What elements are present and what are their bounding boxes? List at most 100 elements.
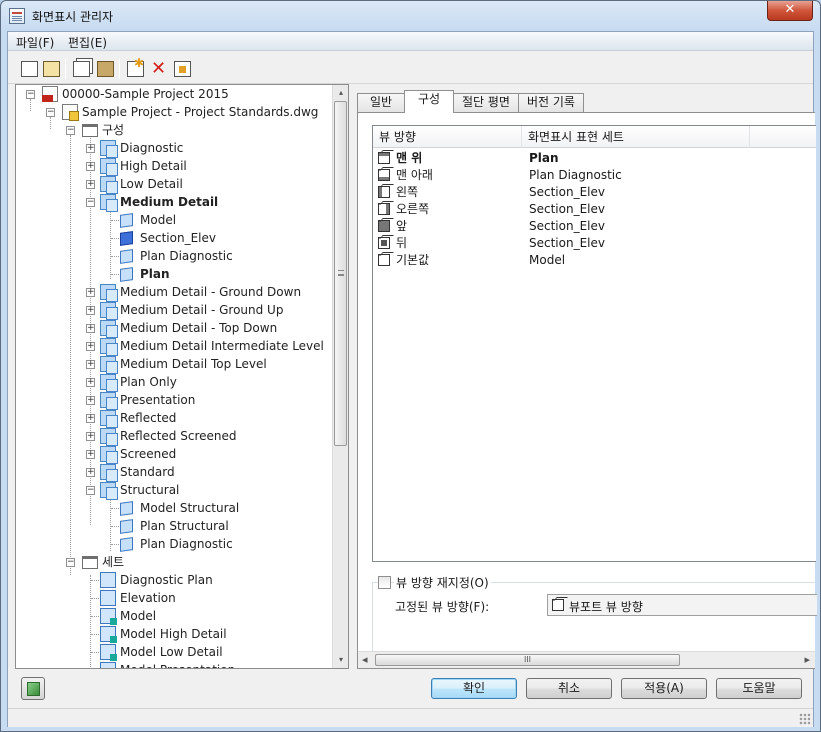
list-row-front[interactable]: 앞 Section_Elev <box>373 218 816 235</box>
tree-node-sets[interactable]: − 세트 <box>16 553 336 571</box>
scroll-thumb[interactable] <box>334 101 347 446</box>
expand-toggle[interactable]: + <box>86 450 95 459</box>
purge-icon[interactable] <box>174 61 191 77</box>
collapse-toggle[interactable]: − <box>26 90 35 99</box>
scroll-left-arrow-icon[interactable]: ◂ <box>362 653 368 666</box>
tab-version-history[interactable]: 버전 기록 <box>518 93 584 112</box>
tree-node-set[interactable]: Diagnostic Plan <box>16 571 336 589</box>
scroll-down-arrow-icon[interactable]: ▾ <box>333 652 348 668</box>
override-checkbox-label[interactable]: 뷰 방향 재지정(O) <box>394 574 491 591</box>
tree-node-config-selected[interactable]: − Medium Detail <box>16 193 336 212</box>
menu-edit[interactable]: 편집(E) <box>68 34 107 51</box>
tree-node-config[interactable]: + Low Detail <box>16 175 336 194</box>
list-row-top[interactable]: 맨 위 Plan <box>373 150 816 167</box>
tree-node-project[interactable]: − 00000-Sample Project 2015 <box>16 85 336 103</box>
column-header-representation[interactable]: 화면표시 표현 세트 <box>522 126 750 148</box>
tree-node-config[interactable]: − Structural <box>16 481 336 500</box>
tree-node-set[interactable]: Model <box>16 607 336 625</box>
cancel-button[interactable]: 취소 <box>526 678 612 699</box>
tree-node-config[interactable]: + Presentation <box>16 391 336 410</box>
tree-node-set[interactable]: Model High Detail <box>16 625 336 643</box>
expand-toggle[interactable]: + <box>86 306 95 315</box>
tree-node-set[interactable]: Elevation <box>16 589 336 607</box>
tree-node-config[interactable]: + Medium Detail - Ground Down <box>16 283 336 302</box>
tree-node-set[interactable]: Model Low Detail <box>16 643 336 661</box>
tree-node-representation[interactable]: Plan Structural <box>16 517 336 535</box>
tab-cut-plane[interactable]: 절단 평면 <box>453 93 519 112</box>
right-horizontal-scrollbar[interactable]: ◂ III ▸ <box>358 651 815 668</box>
collapse-toggle[interactable]: − <box>46 108 55 117</box>
tree-node-configurations[interactable]: − 구성 <box>16 121 336 139</box>
tree-node-representation[interactable]: Plan Diagnostic <box>16 535 336 553</box>
expand-toggle[interactable]: + <box>86 414 95 423</box>
collapse-toggle[interactable]: − <box>86 486 95 495</box>
collapse-toggle[interactable]: − <box>66 126 75 135</box>
expand-toggle[interactable]: + <box>86 180 95 189</box>
apply-button[interactable]: 적용(A) <box>621 678 707 699</box>
tree-node-config[interactable]: + Reflected <box>16 409 336 428</box>
expand-toggle[interactable]: + <box>86 144 95 153</box>
collapse-toggle[interactable]: − <box>86 198 95 207</box>
representation-cell[interactable]: Section_Elev <box>529 235 605 252</box>
tree-node-representation[interactable]: Model <box>16 211 336 229</box>
expand-toggle[interactable]: + <box>86 162 95 171</box>
tree-vertical-scrollbar[interactable]: ▴ ▾ <box>332 85 348 668</box>
tree-node-set[interactable]: Model Presentation <box>16 661 336 668</box>
tree-node-representation[interactable]: Section_Elev <box>16 229 336 247</box>
tree-node-config[interactable]: + Medium Detail - Top Down <box>16 319 336 338</box>
fixed-view-direction-combo[interactable]: 뷰포트 뷰 방향 <box>547 594 817 616</box>
tree-node-representation[interactable]: Plan <box>16 265 336 283</box>
view-direction-list[interactable]: 뷰 방향 화면표시 표현 세트 맨 위 Plan 맨 아래 Plan Diagn… <box>372 125 816 562</box>
close-button[interactable]: ✕ <box>767 1 813 21</box>
paste-icon[interactable] <box>97 61 114 77</box>
new-item-icon[interactable] <box>127 56 144 77</box>
tree-node-config[interactable]: + Screened <box>16 445 336 464</box>
open-folder-icon[interactable] <box>43 61 60 77</box>
expand-toggle[interactable]: + <box>86 378 95 387</box>
column-header-direction[interactable]: 뷰 방향 <box>373 126 522 148</box>
representation-cell[interactable]: Model <box>529 252 565 269</box>
expand-toggle[interactable]: + <box>86 342 95 351</box>
tree-node-config[interactable]: + Plan Only <box>16 373 336 392</box>
list-row-default[interactable]: 기본값 Model <box>373 252 816 269</box>
tree-node-config[interactable]: + Medium Detail Top Level <box>16 355 336 374</box>
delete-icon[interactable]: ✕ <box>150 60 167 78</box>
ok-button[interactable]: 확인 <box>431 678 517 699</box>
tree-node-representation[interactable]: Plan Diagnostic <box>16 247 336 265</box>
tree-node-config[interactable]: + Standard <box>16 463 336 482</box>
expand-toggle[interactable]: + <box>86 324 95 333</box>
tree-node-drawing[interactable]: − Sample Project - Project Standards.dwg <box>16 103 336 121</box>
list-row-left[interactable]: 왼쪽 Section_Elev <box>373 184 816 201</box>
representation-cell[interactable]: Plan Diagnostic <box>529 167 622 184</box>
tree-node-representation[interactable]: Model Structural <box>16 499 336 517</box>
tab-configuration[interactable]: 구성 <box>404 90 454 113</box>
override-view-direction-checkbox[interactable] <box>378 576 391 589</box>
tab-general[interactable]: 일반 <box>357 93 405 112</box>
display-tree[interactable]: − 00000-Sample Project 2015 − Sample Pro… <box>15 84 349 669</box>
representation-cell[interactable]: Section_Elev <box>529 201 605 218</box>
context-help-icon[interactable] <box>21 677 45 700</box>
panel-splitter[interactable] <box>352 84 356 669</box>
new-document-icon[interactable] <box>21 61 38 77</box>
menu-file[interactable]: 파일(F) <box>16 34 54 51</box>
tree-node-config[interactable]: + Medium Detail Intermediate Level <box>16 337 336 356</box>
list-row-back[interactable]: 뒤 Section_Elev <box>373 235 816 252</box>
representation-cell[interactable]: Section_Elev <box>529 218 605 235</box>
scroll-up-arrow-icon[interactable]: ▴ <box>333 85 348 101</box>
expand-toggle[interactable]: + <box>86 432 95 441</box>
representation-cell[interactable]: Plan <box>529 150 559 167</box>
copy-icon[interactable] <box>73 61 90 77</box>
help-button[interactable]: 도움말 <box>716 678 802 699</box>
tree-node-config[interactable]: + Medium Detail - Ground Up <box>16 301 336 320</box>
resize-grip-icon[interactable] <box>799 713 811 725</box>
list-row-bottom[interactable]: 맨 아래 Plan Diagnostic <box>373 167 816 184</box>
scroll-right-arrow-icon[interactable]: ▸ <box>804 653 810 666</box>
list-row-right[interactable]: 오른쪽 Section_Elev <box>373 201 816 218</box>
expand-toggle[interactable]: + <box>86 360 95 369</box>
expand-toggle[interactable]: + <box>86 468 95 477</box>
expand-toggle[interactable]: + <box>86 288 95 297</box>
expand-toggle[interactable]: + <box>86 396 95 405</box>
collapse-toggle[interactable]: − <box>66 558 75 567</box>
tree-node-config[interactable]: + Diagnostic <box>16 139 336 158</box>
representation-cell[interactable]: Section_Elev <box>529 184 605 201</box>
